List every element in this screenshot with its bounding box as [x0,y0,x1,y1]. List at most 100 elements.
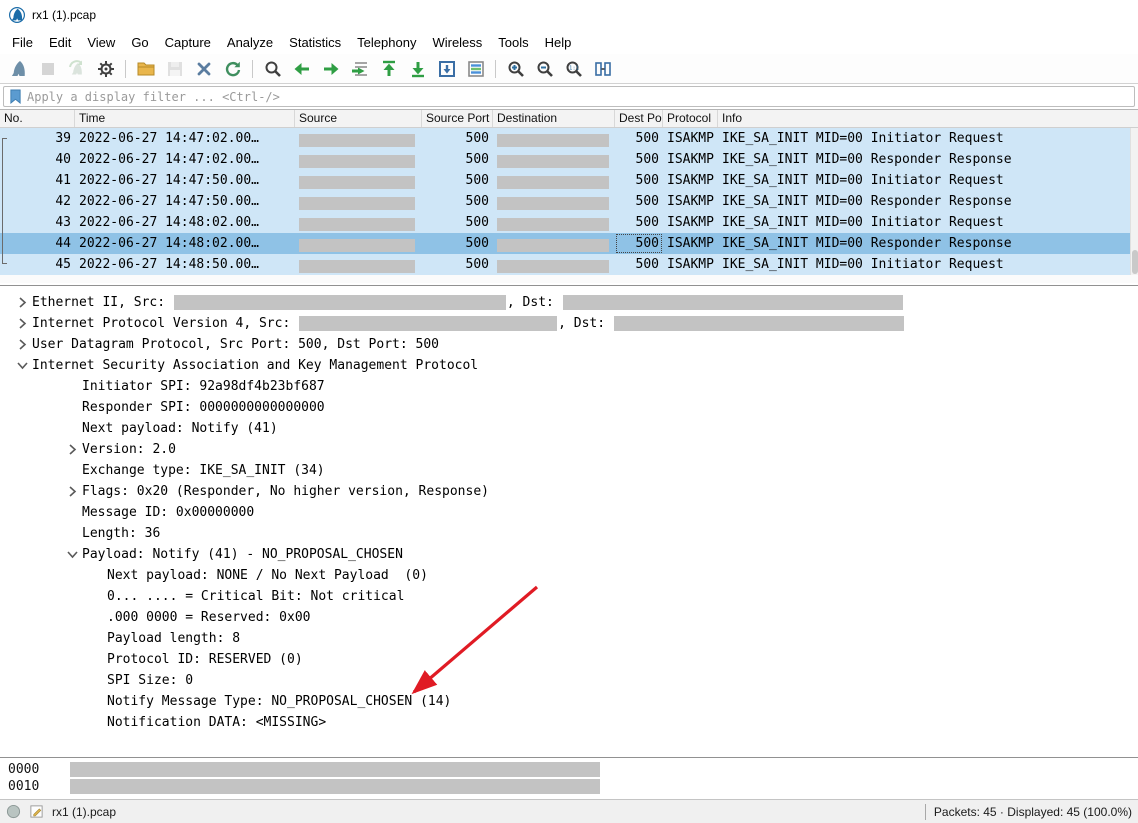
detail-line[interactable]: Next payload: NONE / No Next Payload (0) [0,565,1138,586]
colorize-button[interactable] [462,56,489,81]
packet-cell: IKE_SA_INIT MID=00 Initiator Request [718,212,1130,233]
column-header-info[interactable]: Info [718,110,1130,127]
display-filter-input[interactable] [27,88,1134,105]
scrollbar-thumb[interactable] [1132,250,1138,274]
detail-text: Payload length: 8 [107,631,240,646]
detail-line[interactable]: Protocol ID: RESERVED (0) [0,649,1138,670]
detail-line[interactable]: Exchange type: IKE_SA_INIT (34) [0,460,1138,481]
detail-line[interactable]: Length: 36 [0,523,1138,544]
resize-columns-button[interactable] [589,56,616,81]
redacted-address [299,155,415,168]
hex-row[interactable]: 0000 [0,761,1138,778]
packet-cell: 500 [615,212,663,233]
column-header-destination[interactable]: Destination [493,110,615,127]
menu-capture[interactable]: Capture [157,32,219,53]
save-file-button[interactable] [161,56,188,81]
packet-cell: IKE_SA_INIT MID=00 Initiator Request [718,170,1130,191]
redacted-address [497,155,609,168]
menu-statistics[interactable]: Statistics [281,32,349,53]
packet-list-scrollbar[interactable] [1130,128,1138,275]
menu-telephony[interactable]: Telephony [349,32,424,53]
menu-file[interactable]: File [4,32,41,53]
zoom-reset-button[interactable]: 1:1 [560,56,587,81]
redacted-hex-bytes [70,762,600,777]
resize-columns-icon [593,59,613,79]
detail-line[interactable]: Internet Security Association and Key Ma… [0,355,1138,376]
column-header-dest-port[interactable]: Dest Port [615,110,663,127]
detail-text: Payload: Notify (41) - NO_PROPOSAL_CHOSE… [82,547,403,562]
expand-icon[interactable] [12,297,32,308]
close-file-button[interactable] [190,56,217,81]
save-file-icon [165,59,185,79]
packet-row-42[interactable]: 422022-06-27 14:47:50.00…500500ISAKMPIKE… [0,191,1138,212]
detail-line[interactable]: .000 0000 = Reserved: 0x00 [0,607,1138,628]
expand-icon[interactable] [12,318,32,329]
detail-line[interactable]: 0... .... = Critical Bit: Not critical [0,586,1138,607]
column-header-no[interactable]: No. [0,110,75,127]
capture-comment-icon[interactable] [29,804,44,819]
go-last-button[interactable] [404,56,431,81]
detail-line[interactable]: SPI Size: 0 [0,670,1138,691]
collapse-icon[interactable] [62,550,82,559]
detail-line[interactable]: Notify Message Type: NO_PROPOSAL_CHOSEN … [0,691,1138,712]
detail-line[interactable]: Internet Protocol Version 4, Src: , Dst: [0,313,1138,334]
detail-line[interactable]: Ethernet II, Src: , Dst: [0,292,1138,313]
column-header-source-port[interactable]: Source Port [422,110,493,127]
menu-go[interactable]: Go [123,32,156,53]
menu-help[interactable]: Help [537,32,580,53]
hex-row[interactable]: 0010 [0,778,1138,795]
reload-file-button[interactable] [219,56,246,81]
display-filter-field[interactable] [3,86,1135,107]
collapse-icon[interactable] [12,361,32,370]
go-first-button[interactable] [375,56,402,81]
bookmark-icon[interactable] [9,89,22,104]
expert-info-icon[interactable] [6,804,21,819]
detail-line[interactable]: Initiator SPI: 92a98df4b23bf687 [0,376,1138,397]
packet-row-43[interactable]: 432022-06-27 14:48:02.00…500500ISAKMPIKE… [0,212,1138,233]
menu-edit[interactable]: Edit [41,32,79,53]
packet-row-41[interactable]: 412022-06-27 14:47:50.00…500500ISAKMPIKE… [0,170,1138,191]
column-header-protocol[interactable]: Protocol [663,110,718,127]
auto-scroll-button[interactable] [433,56,460,81]
expand-icon[interactable] [62,444,82,455]
stop-capture-button[interactable] [34,56,61,81]
detail-line[interactable]: Message ID: 0x00000000 [0,502,1138,523]
go-back-button[interactable] [288,56,315,81]
detail-line[interactable]: Responder SPI: 0000000000000000 [0,397,1138,418]
zoom-out-button[interactable] [531,56,558,81]
go-forward-button[interactable] [317,56,344,81]
open-file-button[interactable] [132,56,159,81]
packet-list-hscrollbar[interactable] [0,275,1138,283]
wireshark-app-icon [9,7,25,23]
column-header-source[interactable]: Source [295,110,422,127]
find-packet-button[interactable] [259,56,286,81]
go-to-packet-button[interactable] [346,56,373,81]
restart-capture-button[interactable] [63,56,90,81]
detail-line[interactable]: Payload: Notify (41) - NO_PROPOSAL_CHOSE… [0,544,1138,565]
menu-view[interactable]: View [79,32,123,53]
start-capture-button[interactable] [5,56,32,81]
detail-line[interactable]: Next payload: Notify (41) [0,418,1138,439]
packet-cell-redacted [493,233,615,254]
packet-cell: 500 [615,170,663,191]
packet-cell: 500 [422,149,493,170]
menu-wireless[interactable]: Wireless [424,32,490,53]
zoom-in-button[interactable] [502,56,529,81]
packet-row-39[interactable]: 392022-06-27 14:47:02.00…500500ISAKMPIKE… [0,128,1138,149]
capture-options-button[interactable] [92,56,119,81]
detail-line[interactable]: Flags: 0x20 (Responder, No higher versio… [0,481,1138,502]
detail-line[interactable]: Version: 2.0 [0,439,1138,460]
detail-line[interactable]: Payload length: 8 [0,628,1138,649]
hex-offset: 0000 [0,762,70,777]
menu-tools[interactable]: Tools [490,32,536,53]
expand-icon[interactable] [62,486,82,497]
packet-row-45[interactable]: 452022-06-27 14:48:50.00…500500ISAKMPIKE… [0,254,1138,275]
packet-row-44[interactable]: 442022-06-27 14:48:02.00…500500ISAKMPIKE… [0,233,1138,254]
menu-analyze[interactable]: Analyze [219,32,281,53]
packet-row-40[interactable]: 402022-06-27 14:47:02.00…500500ISAKMPIKE… [0,149,1138,170]
detail-line[interactable]: User Datagram Protocol, Src Port: 500, D… [0,334,1138,355]
expand-icon[interactable] [12,339,32,350]
wireshark-window: { "window": { "title": "rx1 (1).pcap" },… [0,0,1138,823]
detail-line[interactable]: Notification DATA: <MISSING> [0,712,1138,733]
column-header-time[interactable]: Time [75,110,295,127]
